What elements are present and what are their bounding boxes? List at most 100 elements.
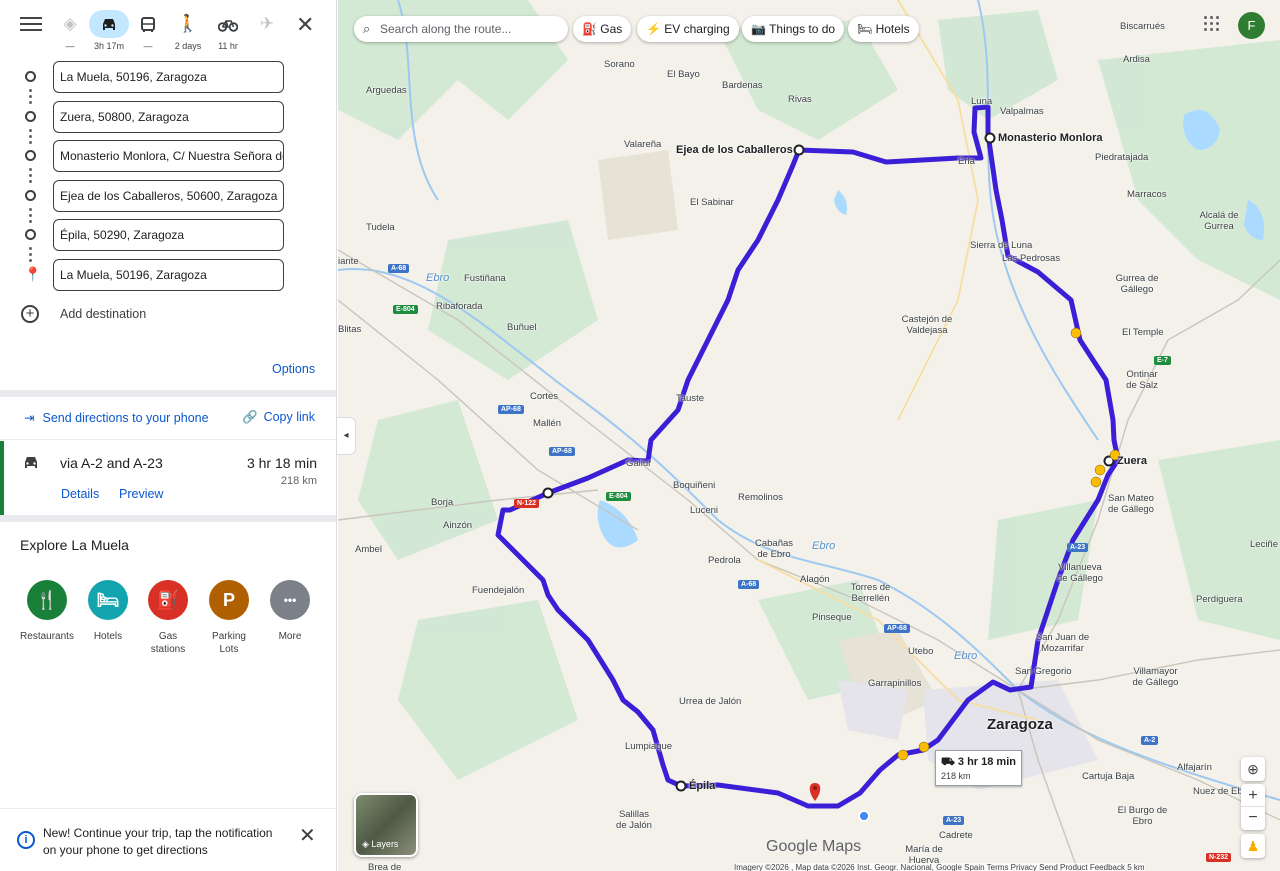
bed-icon: 🛏 — [857, 22, 876, 36]
mode-flight[interactable]: ✈ — [247, 10, 287, 41]
zoom-control: + − — [1241, 784, 1265, 830]
diamond-route-icon: ◈ — [63, 14, 77, 33]
road-shield: E-804 — [393, 305, 418, 314]
map-label: iante — [338, 256, 359, 267]
map-label: Valpalmas — [1000, 106, 1044, 117]
details-button[interactable]: Details — [61, 487, 99, 501]
chip-gas[interactable]: ⛽ Gas — [573, 16, 632, 42]
zoom-in-button[interactable]: + — [1241, 784, 1265, 807]
info-icon: i — [17, 831, 35, 849]
divider — [0, 390, 336, 397]
directions-panel: ◈ — 3h 17m — 🚶 2 days 11 hr ✈ ✕ La Muela… — [0, 0, 337, 871]
preview-button[interactable]: Preview — [119, 487, 163, 501]
explore-title: Explore La Muela — [20, 537, 129, 553]
category-gas-stations[interactable]: ⛽ Gas stations — [137, 580, 199, 656]
map-attribution[interactable]: Imagery ©2026 , Map data ©2026 Inst. Geo… — [734, 863, 1145, 871]
road-shield: A-23 — [943, 816, 965, 825]
stop-input[interactable]: Épila, 50290, Zaragoza — [53, 219, 284, 251]
stop-input[interactable]: Ejea de los Caballeros, 50600, Zaragoza — [53, 180, 284, 212]
mode-cycling[interactable]: 11 hr — [208, 10, 248, 51]
map-canvas[interactable]: Sorano El Bayo Bardenas Rivas Luna Valpa… — [338, 0, 1280, 871]
link-icon: 🔗 — [242, 410, 258, 424]
travel-mode-bar: ◈ — 3h 17m — 🚶 2 days 11 hr ✈ ✕ — [0, 0, 336, 56]
mode-walking[interactable]: 🚶 2 days — [168, 10, 208, 51]
map-label: Biscarrués — [1120, 21, 1165, 32]
add-destination-label: Add destination — [60, 307, 147, 321]
category-label: Hotels — [93, 631, 123, 642]
category-parking[interactable]: P Parking Lots — [198, 580, 260, 656]
stop-circle-icon — [25, 111, 36, 122]
map-label: Leciñe — [1250, 539, 1278, 550]
map-label: Sierra de Luna — [970, 240, 1033, 251]
map-label: Alfajarín — [1177, 762, 1212, 773]
map-label-bold: Ejea de los Caballeros — [676, 144, 793, 156]
chip-hotels[interactable]: 🛏 Hotels — [848, 16, 919, 42]
mode-walking-label: 2 days — [174, 41, 202, 51]
category-hotels[interactable]: 🛏 Hotels — [77, 580, 139, 643]
stop-input[interactable]: La Muela, 50196, Zaragoza — [53, 61, 284, 93]
send-to-phone-button[interactable]: ⇥ Send directions to your phone — [24, 410, 209, 425]
category-restaurants[interactable]: 🍴 Restaurants — [16, 580, 78, 643]
stop-circle-icon — [25, 190, 36, 201]
close-icon[interactable]: ✕ — [299, 823, 316, 848]
stop-input[interactable]: Zuera, 50800, Zaragoza — [53, 101, 284, 133]
copy-link-button[interactable]: 🔗 Copy link — [242, 410, 315, 425]
chip-things-to-do[interactable]: 📷 Things to do — [742, 16, 845, 42]
share-row: ⇥ Send directions to your phone 🔗 Copy lin… — [0, 398, 336, 440]
map-label: Valareña — [624, 139, 662, 150]
zoom-out-button[interactable]: − — [1241, 807, 1265, 830]
map-label: Cortes — [530, 391, 558, 402]
map-label: Luceni — [690, 505, 718, 516]
stop-input[interactable]: La Muela, 50196, Zaragoza — [53, 259, 284, 291]
add-destination-button[interactable]: + Add destination — [0, 300, 336, 328]
car-icon — [89, 10, 129, 38]
map-label: San Juan de Mozarrifar — [1035, 632, 1090, 654]
map-label: Tudela — [366, 222, 395, 233]
car-icon — [22, 455, 40, 476]
map-label: Borja — [431, 497, 454, 508]
map-label: Piedratajada — [1095, 152, 1149, 163]
search-icon: ⌕ — [363, 21, 371, 36]
map-label: San Gregorio — [1015, 666, 1072, 677]
road-shield: A-68 — [738, 580, 760, 589]
collapse-panel-button[interactable]: ◂ — [337, 417, 356, 455]
category-more[interactable]: ••• More — [259, 580, 321, 643]
options-button[interactable]: Options — [272, 362, 315, 376]
my-location-button[interactable]: ⊕ — [1241, 757, 1265, 781]
map-label: Fuendejalón — [472, 585, 525, 596]
stop-input[interactable]: Monasterio Monlora, C/ Nuestra Señora de… — [53, 140, 284, 172]
mode-best-label: — — [65, 41, 75, 51]
mode-transit[interactable]: — — [128, 10, 168, 51]
close-icon[interactable]: ✕ — [296, 12, 314, 38]
route-time: 3 hr 18 min — [246, 455, 317, 471]
avatar[interactable]: F — [1238, 12, 1265, 39]
map-label: Pinseque — [812, 612, 852, 623]
category-label: More — [278, 631, 302, 642]
map-label: San Mateo de Gállego — [1108, 493, 1154, 515]
mode-best[interactable]: ◈ — — [50, 10, 90, 51]
chip-label: Hotels — [875, 22, 910, 36]
map-label: Ambel — [355, 544, 382, 555]
menu-icon[interactable] — [20, 14, 42, 36]
road-shield: E-7 — [1154, 356, 1171, 365]
stop-row: La Muela, 50196, Zaragoza — [0, 60, 336, 94]
gas-pump-icon: ⛽ — [582, 22, 601, 36]
chip-ev-charging[interactable]: ⚡ EV charging — [637, 16, 739, 42]
route-infobox[interactable]: ⛟ 3 hr 18 min 218 km — [935, 750, 1022, 786]
destination-pin-icon[interactable] — [809, 783, 821, 801]
chip-label: Gas — [600, 22, 623, 36]
road-shield: A-2 — [1141, 736, 1159, 745]
layers-button[interactable]: ◈ Layers — [354, 793, 418, 857]
map-label: Tauste — [676, 393, 704, 404]
pegman-icon[interactable]: ♟ — [1241, 834, 1265, 858]
map-label-bold: Zuera — [1117, 455, 1147, 467]
route-option[interactable]: via A-2 and A-23 3 hr 18 min 218 km Deta… — [0, 441, 336, 515]
map-label: Alcalá de Gurrea — [1199, 210, 1239, 232]
apps-grid-icon[interactable] — [1204, 16, 1220, 32]
stop-row: Épila, 50290, Zaragoza — [0, 218, 336, 252]
road-shield: N-232 — [1206, 853, 1232, 862]
mode-driving[interactable]: 3h 17m — [89, 10, 129, 51]
category-label: Gas stations — [150, 631, 186, 655]
search-along-route-input[interactable]: ⌕ Search along the route... — [354, 16, 568, 42]
map-label-bold: Épila — [689, 780, 716, 792]
